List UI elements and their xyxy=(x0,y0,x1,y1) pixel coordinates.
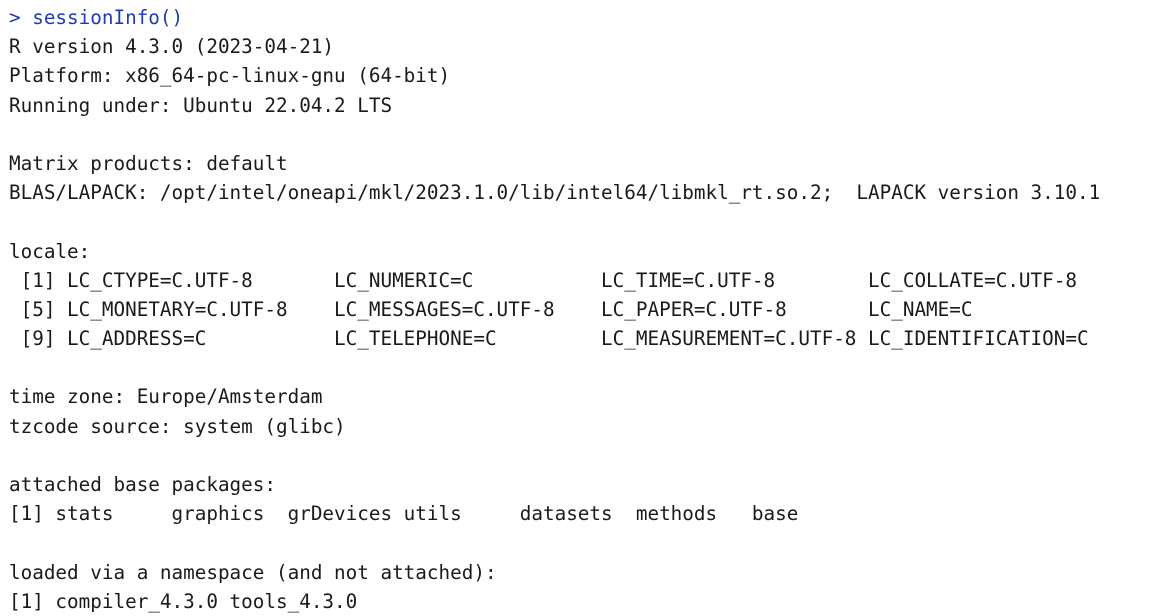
output-line-time-zone: time zone: Europe/Amsterdam xyxy=(9,385,323,409)
command-line: > sessionInfo() xyxy=(9,3,1144,32)
output-line-matrix-products: Matrix products: default xyxy=(9,151,288,175)
output-blank-line xyxy=(9,441,1144,470)
output-line-locale-header: locale: xyxy=(9,239,91,263)
output-line-locale-1: [1] LC_CTYPE=C.UTF-8 LC_NUMERIC=C LC_TIM… xyxy=(9,268,1077,292)
output-line-running-under: Running under: Ubuntu 22.04.2 LTS xyxy=(9,93,393,117)
output-blank-line xyxy=(9,120,1144,149)
output-line-locale-5: [5] LC_MONETARY=C.UTF-8 LC_MESSAGES=C.UT… xyxy=(9,297,973,321)
command-text: sessionInfo() xyxy=(32,6,184,29)
output-line-platform: Platform: x86_64-pc-linux-gnu (64-bit) xyxy=(9,64,451,88)
output-line-namespace-header: loaded via a namespace (and not attached… xyxy=(9,560,497,584)
output-line-r-version: R version 4.3.0 (2023-04-21) xyxy=(9,35,335,59)
output-line-blas-lapack: BLAS/LAPACK: /opt/intel/oneapi/mkl/2023.… xyxy=(9,181,1101,205)
output-blank-line xyxy=(9,207,1144,236)
output-line-locale-9: [9] LC_ADDRESS=C LC_TELEPHONE=C LC_MEASU… xyxy=(9,327,1089,351)
r-console-output: > sessionInfo() R version 4.3.0 (2023-04… xyxy=(9,3,1144,616)
output-line-tzcode-source: tzcode source: system (glibc) xyxy=(9,414,346,438)
output-line-attached-header: attached base packages: xyxy=(9,473,276,496)
output-blank-line xyxy=(9,353,1144,382)
output-line-attached-packages: [1] stats graphics grDevices utils datas… xyxy=(9,502,799,526)
output-blank-line xyxy=(9,528,1144,557)
prompt-symbol: > xyxy=(9,6,33,29)
